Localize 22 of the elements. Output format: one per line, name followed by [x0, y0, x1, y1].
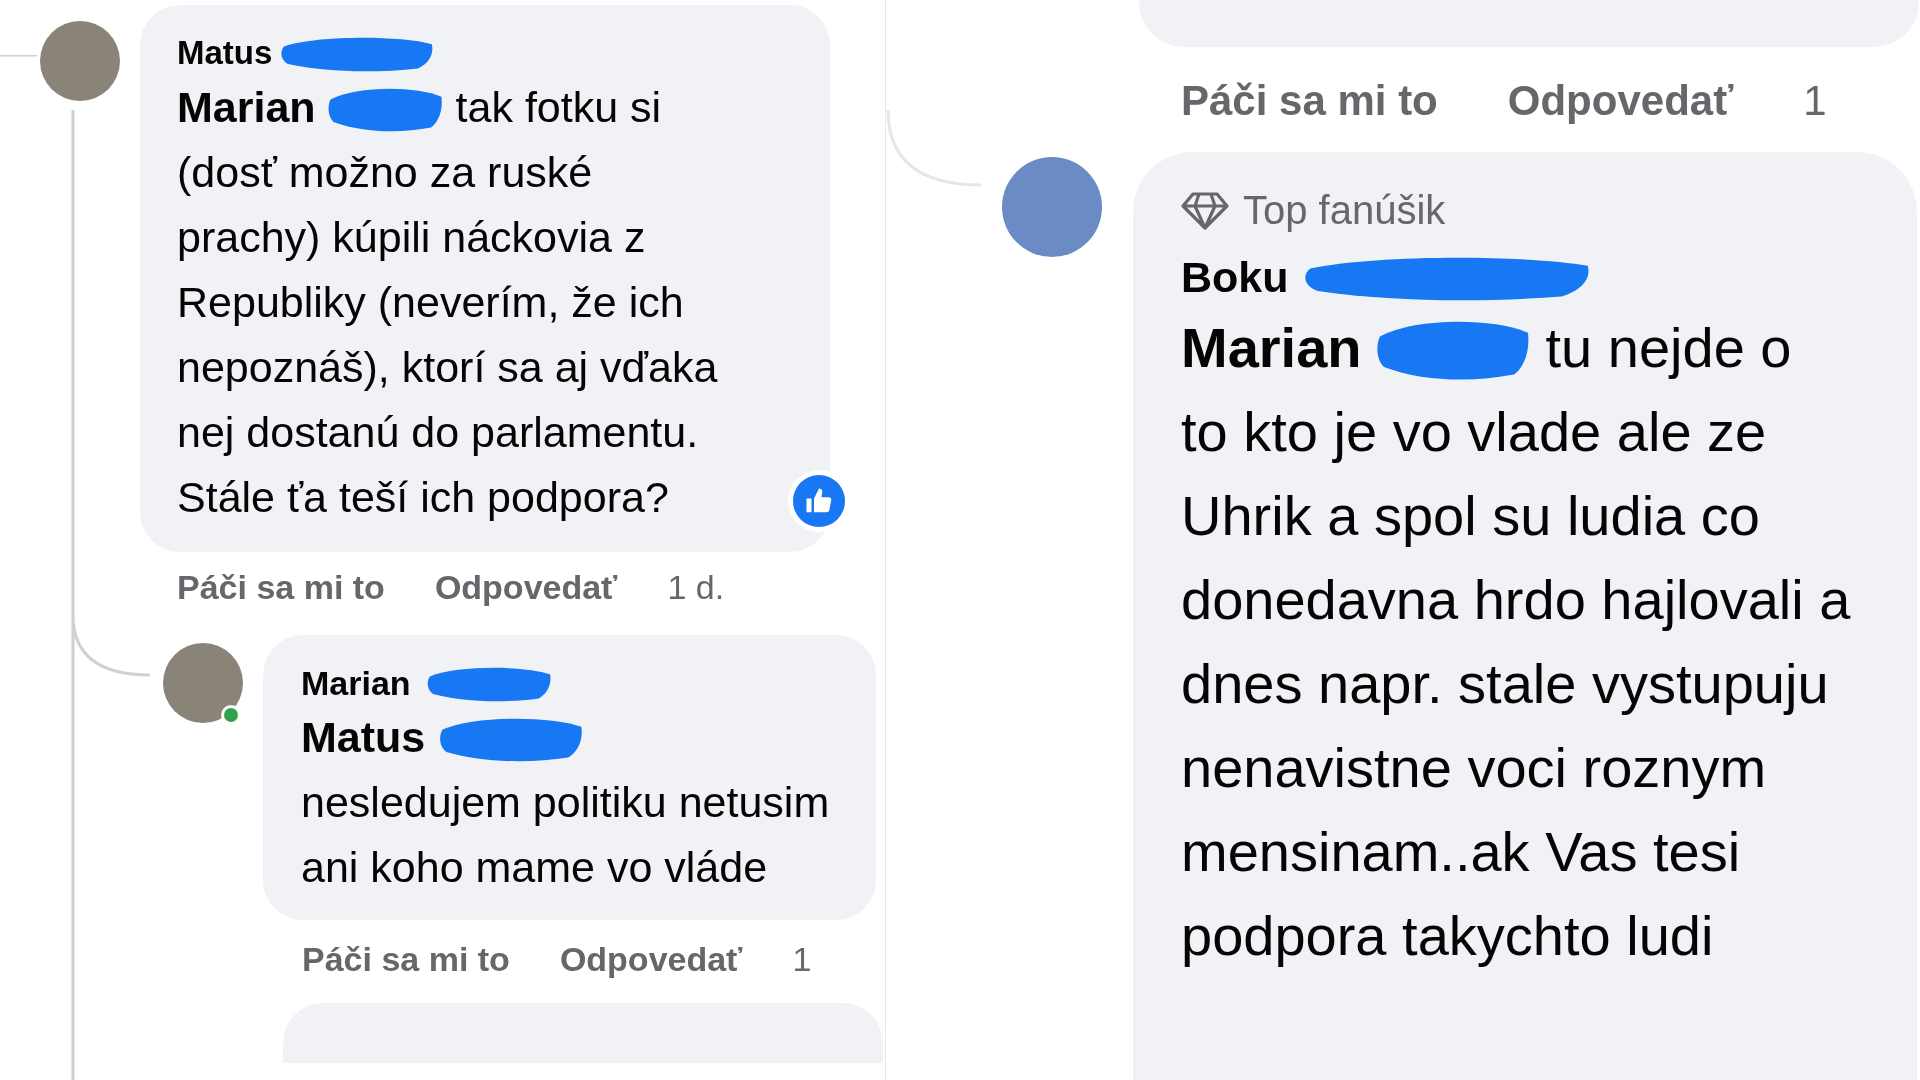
comment-text: nesledujem politiku netusim ani koho mame vo vláde	[301, 777, 831, 893]
diamond-icon	[1181, 190, 1229, 230]
timestamp: 1	[792, 939, 812, 980]
like-link[interactable]: Páči sa mi to	[177, 562, 385, 613]
timestamp: 1 d.	[667, 567, 725, 608]
mention-name: Matus	[301, 712, 426, 763]
like-link[interactable]: Páči sa mi to	[302, 934, 510, 985]
author-name: Matus	[177, 33, 273, 73]
reply-link[interactable]: Odpovedať	[434, 562, 618, 613]
comment-text: tu nejde o	[1545, 315, 1792, 381]
author-name: Boku	[1181, 252, 1289, 303]
timestamp: 1	[1803, 76, 1827, 126]
top-fan-label: Top fanúšik	[1243, 187, 1446, 234]
author-name: Marian	[301, 663, 411, 703]
like-link[interactable]: Páči sa mi to	[1181, 69, 1438, 132]
comment-text: tak fotku si	[455, 82, 662, 133]
comment-text: (dosť možno za ruské prachy) kúpili náckovia z Republiky (neverím, že ich nepoznáš), ktorí sa aj vďaka nej dostanú do parlamentu. Stále ťa teší ich podpora?	[177, 147, 719, 523]
reply-link[interactable]: Odpovedať	[1507, 69, 1734, 132]
mention-name: Marian	[1181, 315, 1362, 381]
mention-name: Marian	[177, 82, 316, 133]
reply-link[interactable]: Odpovedať	[559, 934, 743, 985]
comment-text: to kto je vo vlade ale ze Uhrik a spol su ludia co donedavna hrdo hajlovali a dnes napr. stale vystupuju nenavistne voci roznym mensinam..ak Vas tesi podpora takychto ludi	[1181, 399, 1852, 969]
